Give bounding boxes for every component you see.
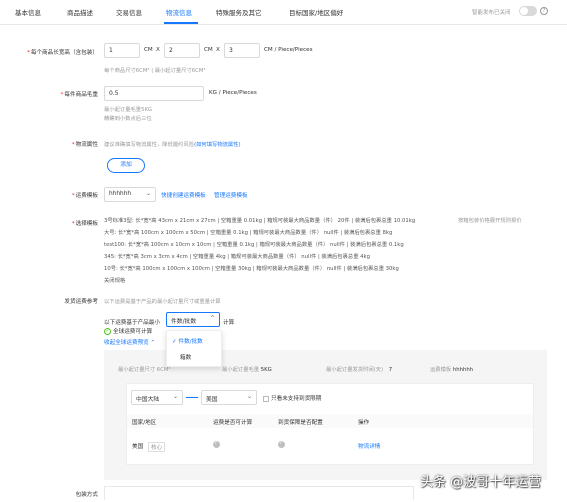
help-icon[interactable]: ? xyxy=(540,7,548,15)
weight-unit: KG / Piece/Pieces xyxy=(209,90,257,96)
shipping-template-select[interactable]: hhhhhh ⌄ xyxy=(104,187,156,202)
tab-bar: 基本信息 商品描述 交易信息 物流信息 特殊服务及其它 目标国家/地区偏好 智能… xyxy=(0,0,567,25)
manage-template-link[interactable]: 管理运费模板 xyxy=(214,191,248,199)
unit-label: CM xyxy=(144,47,153,53)
collapse-preview-link[interactable]: 收起全球运费预览 ⌃ xyxy=(104,338,155,346)
origin-select[interactable]: 中国大陆 ⌄ xyxy=(131,390,183,405)
weight-hint-1: 最小起订量毛重5KG xyxy=(104,107,153,113)
shipping-ref-desc: 以下运费是基于产品的最小起订量尺寸或重量计算 xyxy=(104,299,221,305)
size-suffix: CM / Piece/Pieces xyxy=(264,47,313,53)
min-days: 最小起订量发货时间(天) 7 xyxy=(326,367,393,373)
size-hint: 每个商品尺寸6CM³ | 最小起订量尺寸6CM³ xyxy=(104,68,206,74)
col-guarantee: 到货保障是否配置 xyxy=(278,420,323,426)
dropdown-option[interactable]: ✓ 件数/批数 xyxy=(172,337,203,345)
template-line: 345: 长*宽*高 3cm x 3cm x 4cm | 空箱重量 4kg | … xyxy=(104,254,370,260)
shipping-template-label: *运费模板 xyxy=(71,193,98,199)
smart-publish-toggle[interactable] xyxy=(519,6,537,16)
check-icon xyxy=(213,440,220,448)
template-line: test100: 长*宽*高 100cm x 10cm x 10cm | 空箱重… xyxy=(104,242,404,248)
col-country: 国家/地区 xyxy=(132,420,157,426)
packaging-label: 包装方式 xyxy=(75,492,98,498)
template-detail-label: *选择模板 xyxy=(71,221,98,227)
create-template-link[interactable]: 快捷创建运费模板 xyxy=(161,191,206,199)
unit-label: CM xyxy=(204,47,213,53)
destination-select[interactable]: 美国 ⌄ xyxy=(201,390,257,405)
min-size: 最小起订量尺寸 6CM³ xyxy=(118,367,171,373)
checkbox[interactable] xyxy=(263,395,269,402)
times-label: X xyxy=(216,47,220,53)
tab-trade-info[interactable]: 交易信息 xyxy=(116,7,142,17)
table-header xyxy=(127,414,533,428)
chevron-up-icon: ^ xyxy=(209,315,215,322)
tab-description[interactable]: 商品描述 xyxy=(67,7,93,17)
core-tag: 核心 xyxy=(148,442,166,452)
calc-prefix: 以下运费基于产品最小 xyxy=(104,320,160,326)
weight-hint-2: 精确到小数点后三位 xyxy=(104,116,152,122)
route-arrow xyxy=(186,397,198,398)
chevron-down-icon: ⌄ xyxy=(172,393,178,400)
times-label: X xyxy=(156,47,160,53)
close-spec-link[interactable]: 关闭规格 xyxy=(104,276,125,284)
height-input[interactable]: 3 xyxy=(224,43,260,58)
min-weight: 最小起订量毛重 5KG xyxy=(222,367,272,373)
template-line: 大号: 长*宽*高 100cm x 100cm x 50cm | 空箱重量 0.… xyxy=(104,230,393,236)
width-input[interactable]: 2 xyxy=(164,43,200,58)
template-line: 10号: 长*宽*高 100cm x 100cm x 100cm | 空箱重量 … xyxy=(104,266,399,272)
add-attr-button[interactable]: 添加 xyxy=(107,158,145,173)
gross-weight-label: *每件商品毛重 xyxy=(60,92,98,98)
dropdown-option[interactable]: 箱数 xyxy=(180,353,191,361)
logistics-detail-link[interactable]: 物流详情 xyxy=(358,442,380,450)
col-action: 操作 xyxy=(358,420,370,426)
smart-publish-label: 智能发布已关闭 xyxy=(472,10,511,16)
extra-rule-link[interactable]: 按箱包装价格展开规则报价 xyxy=(458,216,522,224)
check-circle-icon: ✓ xyxy=(104,328,111,335)
check-icon xyxy=(278,440,285,448)
how-to-fill-link[interactable]: (如何填写物流属性) xyxy=(194,142,241,148)
package-size-label: *每个商品长宽高（含包装） xyxy=(27,50,98,56)
gross-weight-input[interactable]: 0.5 xyxy=(104,86,204,101)
logistics-attr-desc: 建议准确填写物流属性，降低履约风险(如何填写物流属性) xyxy=(104,142,241,148)
calc-suffix: 计算 xyxy=(223,320,235,326)
tab-target-country[interactable]: 目标国家/地区偏好 xyxy=(289,7,343,17)
packaging-field[interactable] xyxy=(104,486,414,500)
watermark: 头条 @波哥十年运营 xyxy=(420,475,542,490)
chevron-down-icon: ⌄ xyxy=(246,393,252,400)
calc-basis-dropdown: ✓ 件数/批数 箱数 xyxy=(166,330,222,367)
calc-basis-select[interactable]: 件数/批数 ^ xyxy=(166,312,220,327)
tab-logistics[interactable]: 物流信息 xyxy=(166,7,192,17)
col-calculable: 运费是否可计算 xyxy=(213,420,253,426)
shipping-ref-label: 发货运费参考 xyxy=(64,299,98,305)
active-tab-indicator xyxy=(164,22,198,24)
template-line: 3号标准3型: 长*宽*高 43cm x 21cm x 27cm | 空箱重量 … xyxy=(104,218,416,224)
calc-status: ✓ 全球运费可计算 xyxy=(104,328,153,335)
tab-basic-info[interactable]: 基本信息 xyxy=(15,7,41,17)
length-input[interactable]: 1 xyxy=(104,43,140,58)
logistics-attr-label: *物流属性 xyxy=(71,142,98,148)
tab-special-services[interactable]: 特殊服务及其它 xyxy=(216,7,262,17)
row-country: 美国 xyxy=(132,444,144,450)
template-summary: 运费模板 hhhhhh xyxy=(430,367,474,373)
chevron-down-icon: ⌄ xyxy=(145,190,151,197)
only-unsupported[interactable]: 只看未支持到货限期 xyxy=(263,394,321,402)
